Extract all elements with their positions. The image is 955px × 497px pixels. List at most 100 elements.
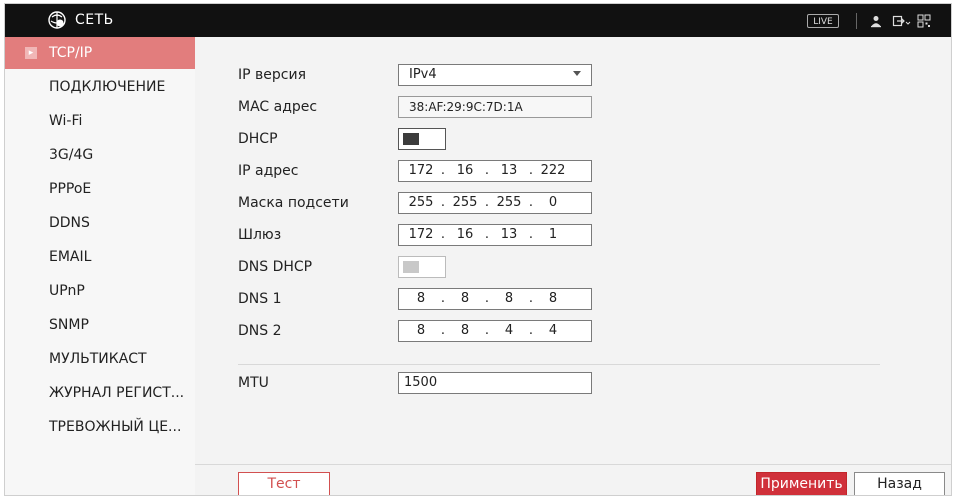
ip-version-value: IPv4	[409, 67, 437, 82]
sidebar-item-tcpip[interactable]: ▸ TCP/IP	[5, 37, 195, 69]
sidebar-item-register-log[interactable]: ЖУРНАЛ РЕГИСТ...	[5, 377, 195, 409]
user-icon[interactable]	[869, 14, 883, 28]
dns2-field[interactable]: 8 . 8 . 4 . 4	[398, 320, 592, 342]
sidebar-item-label: ПОДКЛЮЧЕНИЕ	[49, 79, 166, 95]
tcpip-settings-panel: IP версия IPv4 MAC адрес 38:AF:29:9C:7D:…	[195, 37, 951, 495]
network-settings-icon	[48, 11, 66, 29]
ip-octet[interactable]: 8	[403, 291, 439, 306]
subnet-mask-field[interactable]: 255 . 255 . 255 . 0	[398, 192, 592, 214]
ip-octet[interactable]: 8	[491, 291, 527, 306]
ip-separator: .	[528, 195, 534, 210]
chevron-right-icon: ▸	[25, 47, 37, 59]
sidebar-item-connection[interactable]: ПОДКЛЮЧЕНИЕ	[5, 71, 195, 103]
mac-address-label: MAC адрес	[238, 99, 318, 115]
ip-separator: .	[484, 227, 490, 242]
ip-version-label: IP версия	[238, 67, 306, 83]
ip-octet[interactable]: 16	[447, 163, 483, 178]
ip-version-select[interactable]: IPv4	[398, 64, 592, 86]
ip-octet[interactable]: 255	[491, 195, 527, 210]
toolbar-divider	[856, 13, 857, 29]
chevron-down-icon	[573, 71, 581, 76]
sidebar-item-label: Wi-Fi	[49, 113, 83, 129]
sidebar-item-label: DDNS	[49, 215, 90, 231]
ip-separator: .	[528, 227, 534, 242]
sidebar-item-ddns[interactable]: DDNS	[5, 207, 195, 239]
ip-octet[interactable]: 13	[491, 227, 527, 242]
ip-octet[interactable]: 222	[535, 163, 571, 178]
ip-separator: .	[484, 195, 490, 210]
sidebar-item-label: МУЛЬТИКАСТ	[49, 351, 147, 367]
gateway-field[interactable]: 172 . 16 . 13 . 1	[398, 224, 592, 246]
ip-octet[interactable]: 4	[535, 323, 571, 338]
dns1-label: DNS 1	[238, 291, 282, 307]
ip-octet[interactable]: 172	[403, 227, 439, 242]
sidebar: ▸ TCP/IP ПОДКЛЮЧЕНИЕ Wi-Fi 3G/4G PPPoE D…	[5, 37, 195, 495]
ip-octet[interactable]: 255	[403, 195, 439, 210]
ip-separator: .	[440, 195, 446, 210]
ip-separator: .	[440, 163, 446, 178]
sidebar-item-label: 3G/4G	[49, 147, 94, 163]
toggle-knob	[403, 133, 419, 145]
dns-dhcp-label: DNS DHCP	[238, 259, 313, 275]
ip-separator: .	[484, 163, 490, 178]
mac-address-field: 38:AF:29:9C:7D:1A	[398, 96, 592, 118]
footer-divider	[195, 464, 951, 465]
sidebar-item-multicast[interactable]: МУЛЬТИКАСТ	[5, 343, 195, 375]
toggle-knob	[403, 261, 419, 273]
ip-separator: .	[528, 163, 534, 178]
back-button[interactable]: Назад	[854, 472, 945, 495]
sidebar-item-wifi[interactable]: Wi-Fi	[5, 105, 195, 137]
ip-address-label: IP адрес	[238, 163, 299, 179]
ip-octet[interactable]: 13	[491, 163, 527, 178]
apply-button[interactable]: Применить	[756, 472, 847, 495]
qr-code-icon[interactable]	[917, 14, 931, 28]
ip-octet[interactable]: 8	[447, 291, 483, 306]
ip-separator: .	[484, 323, 490, 338]
dns1-field[interactable]: 8 . 8 . 8 . 8	[398, 288, 592, 310]
ip-octet[interactable]: 8	[535, 291, 571, 306]
ip-separator: .	[440, 227, 446, 242]
ip-octet[interactable]: 1	[535, 227, 571, 242]
mtu-field[interactable]: 1500	[398, 372, 592, 394]
ip-octet[interactable]: 8	[447, 323, 483, 338]
ip-octet[interactable]: 8	[403, 323, 439, 338]
mtu-label: MTU	[238, 375, 269, 391]
ip-separator: .	[528, 291, 534, 306]
gateway-label: Шлюз	[238, 227, 282, 243]
sidebar-item-3g4g[interactable]: 3G/4G	[5, 139, 195, 171]
top-bar: СЕТЬ LIVE	[5, 4, 951, 37]
dhcp-toggle[interactable]	[398, 128, 446, 150]
ip-octet[interactable]: 172	[403, 163, 439, 178]
ip-address-field[interactable]: 172 . 16 . 13 . 222	[398, 160, 592, 182]
sidebar-item-upnp[interactable]: UPnP	[5, 275, 195, 307]
test-button[interactable]: Тест	[238, 472, 330, 495]
page-title: СЕТЬ	[75, 12, 114, 28]
section-divider	[238, 364, 880, 365]
sidebar-item-email[interactable]: EMAIL	[5, 241, 195, 273]
ip-separator: .	[440, 291, 446, 306]
logout-icon[interactable]	[892, 14, 912, 28]
subnet-mask-label: Маска подсети	[238, 195, 349, 211]
window: СЕТЬ LIVE ▸ TCP/IP ПОДКЛЮЧЕНИЕ Wi-Fi 3G/…	[4, 3, 952, 496]
sidebar-item-label: PPPoE	[49, 181, 92, 197]
sidebar-item-label: EMAIL	[49, 249, 92, 265]
sidebar-item-label: ТРЕВОЖНЫЙ ЦЕ...	[49, 419, 182, 435]
sidebar-item-label: SNMP	[49, 317, 89, 333]
ip-separator: .	[528, 323, 534, 338]
ip-separator: .	[484, 291, 490, 306]
ip-separator: .	[440, 323, 446, 338]
ip-octet[interactable]: 4	[491, 323, 527, 338]
sidebar-item-label: TCP/IP	[49, 45, 93, 61]
sidebar-item-pppoe[interactable]: PPPoE	[5, 173, 195, 205]
ip-octet[interactable]: 0	[535, 195, 571, 210]
ip-octet[interactable]: 255	[447, 195, 483, 210]
ip-octet[interactable]: 16	[447, 227, 483, 242]
dns-dhcp-toggle[interactable]	[398, 256, 446, 278]
mac-address-value: 38:AF:29:9C:7D:1A	[409, 100, 523, 114]
sidebar-item-alarm-center[interactable]: ТРЕВОЖНЫЙ ЦЕ...	[5, 411, 195, 443]
sidebar-item-snmp[interactable]: SNMP	[5, 309, 195, 341]
mtu-value: 1500	[404, 375, 438, 390]
sidebar-item-label: ЖУРНАЛ РЕГИСТ...	[49, 385, 185, 401]
live-button[interactable]: LIVE	[807, 14, 839, 28]
sidebar-item-label: UPnP	[49, 283, 85, 299]
